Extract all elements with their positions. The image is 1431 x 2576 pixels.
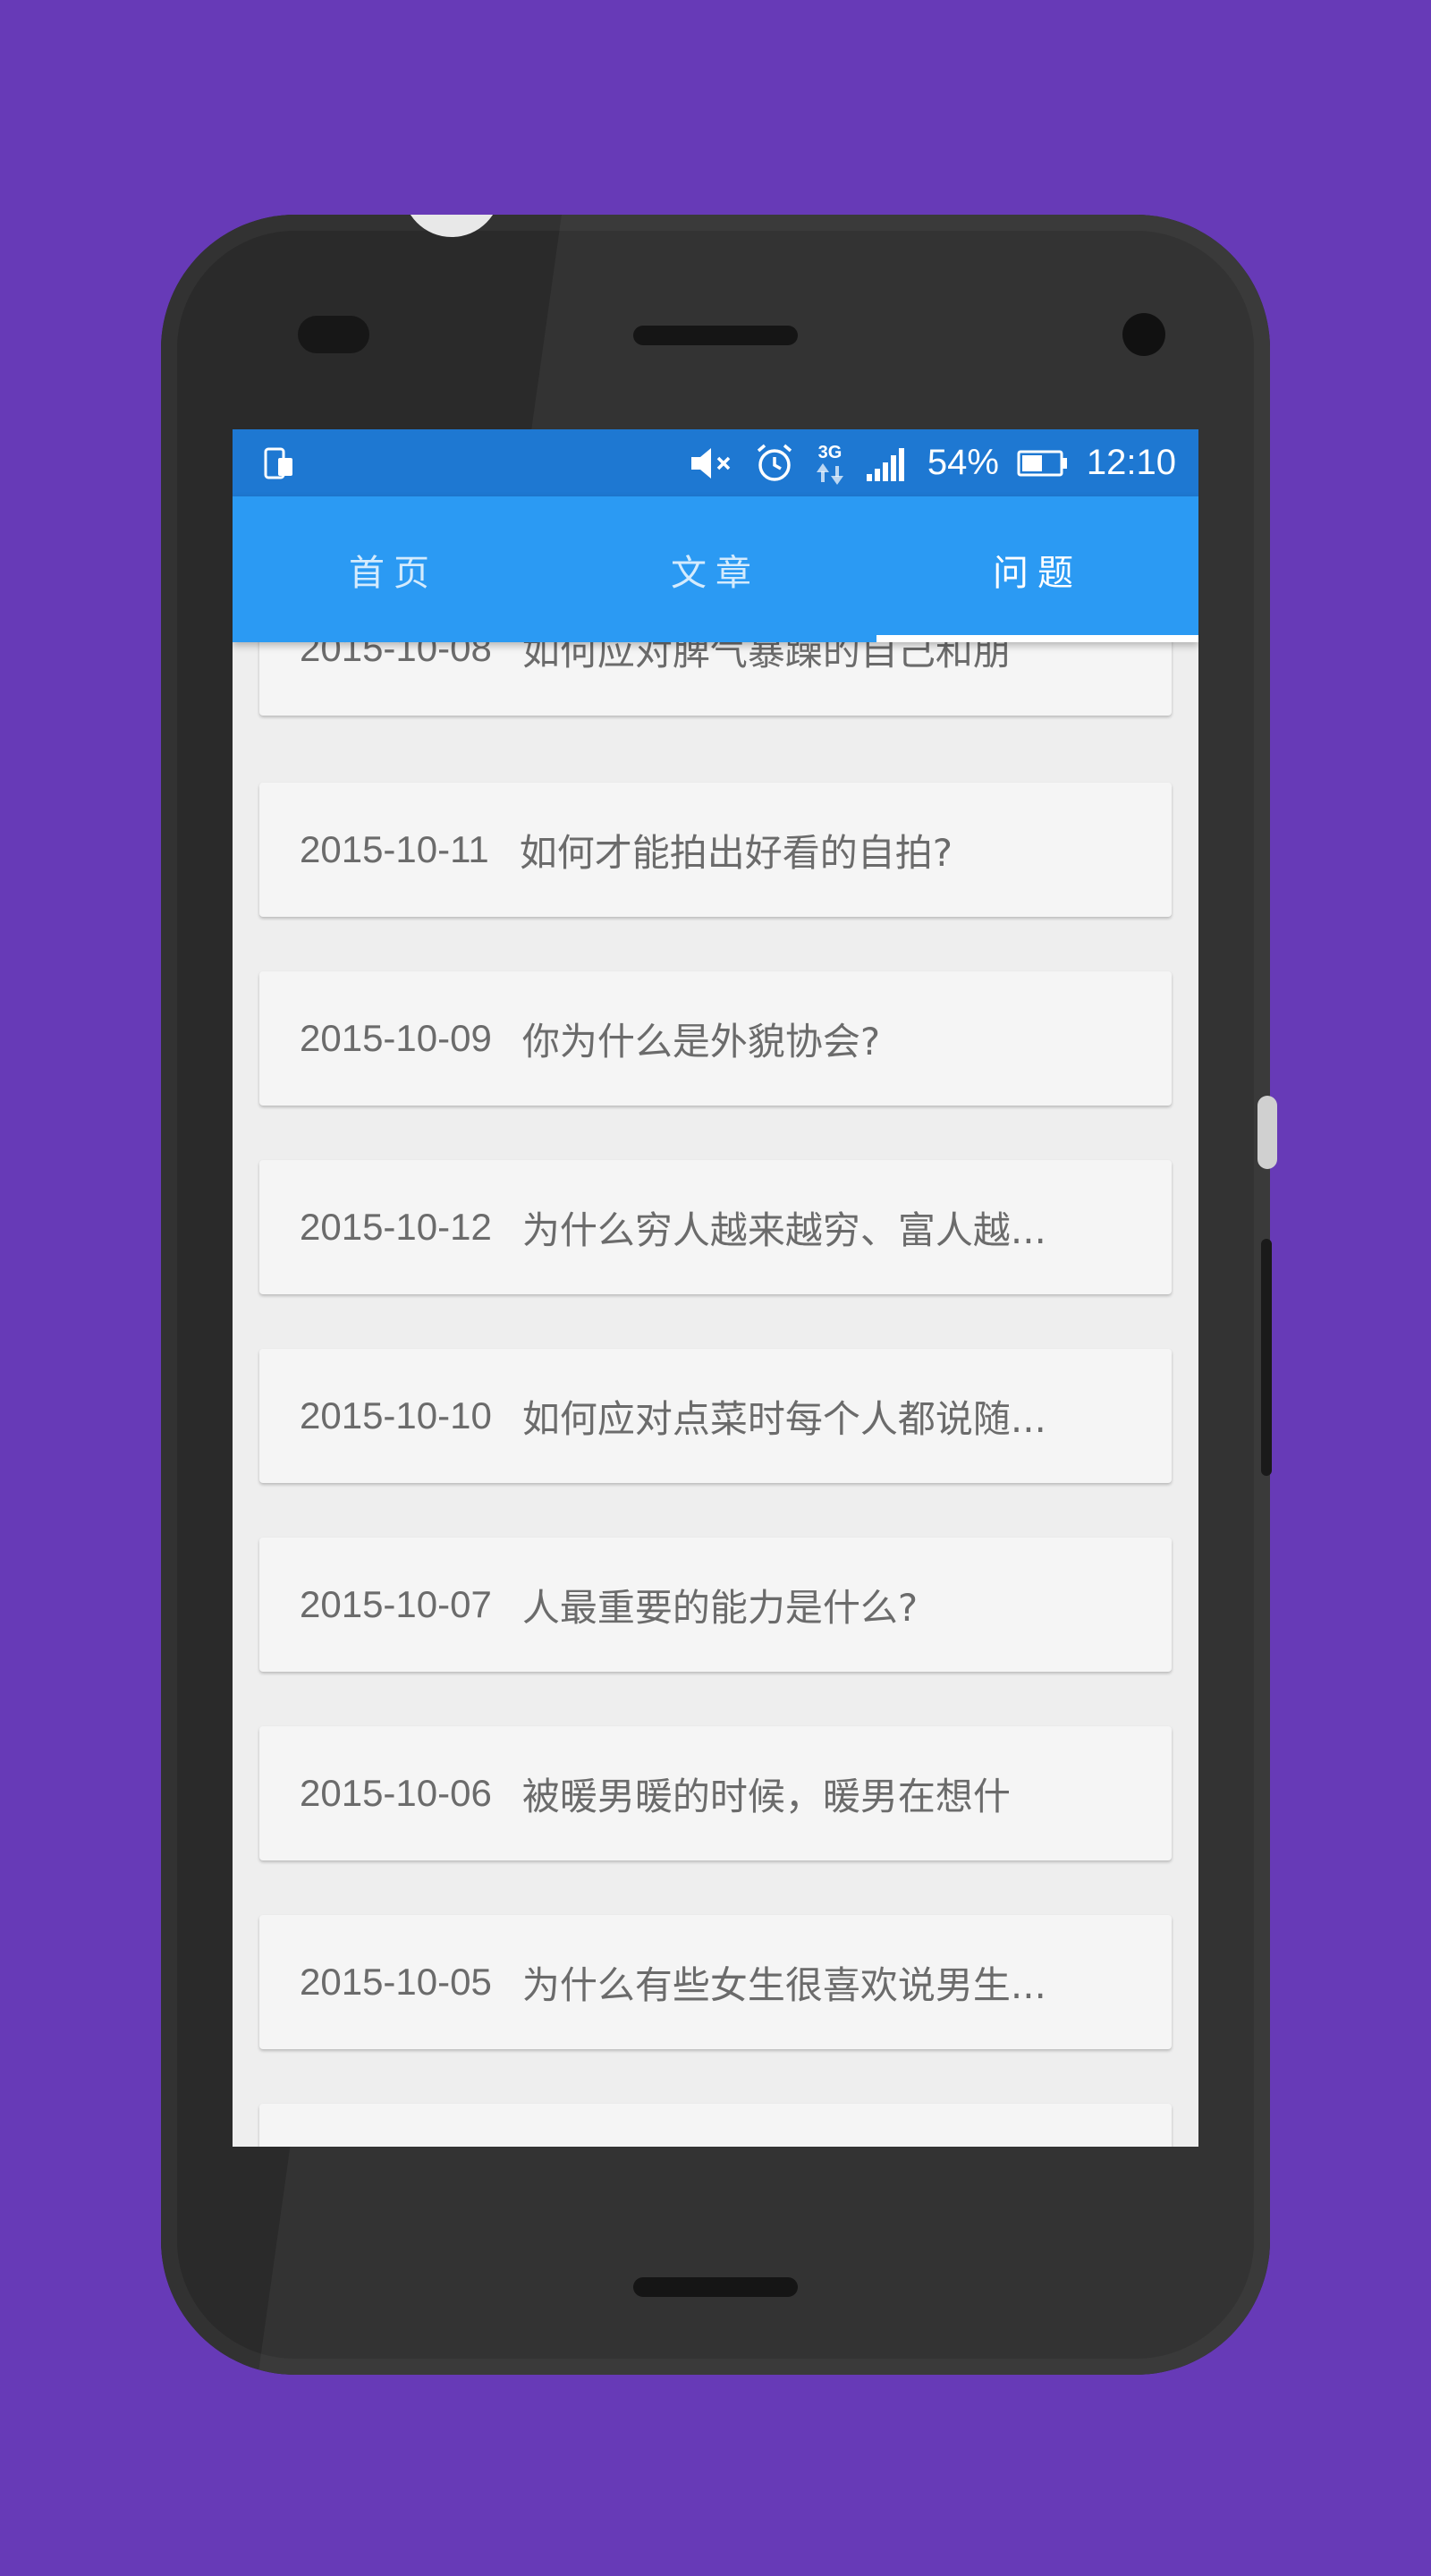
device-icon <box>264 447 292 479</box>
item-date: 2015-10-05 <box>300 1961 492 2003</box>
network-3g-icon: 3G <box>816 443 843 485</box>
list-item[interactable]: 2015-10-07 人最重要的能力是什么? <box>259 1538 1172 1672</box>
signal-icon <box>866 447 904 481</box>
phone-screen: 2015-10-08 如何应对脾气暴躁的自己和朋 2015-10-11 如何才能… <box>233 429 1198 2147</box>
list-item[interactable]: 2015-10-12 为什么穷人越来越穷、富人越... <box>259 1160 1172 1294</box>
list-item[interactable] <box>259 2104 1172 2147</box>
tab-bar: 首页 文章 问题 <box>233 496 1198 642</box>
volume-rocker <box>1261 1239 1272 1476</box>
tab-home[interactable]: 首页 <box>233 496 555 642</box>
power-button <box>1257 1096 1277 1169</box>
item-title: 人最重要的能力是什么? <box>521 1585 919 1630</box>
list-item[interactable]: 2015-10-09 你为什么是外貌协会? <box>259 971 1172 1106</box>
proximity-sensor <box>298 316 369 353</box>
item-title: 被暖男暖的时候，暖男在想什 <box>521 1774 1011 1818</box>
front-camera <box>1122 313 1165 356</box>
earpiece-speaker <box>633 326 798 345</box>
item-title: 为什么有些女生很喜欢说男生... <box>521 1962 1046 2007</box>
svg-text:3G: 3G <box>817 443 842 462</box>
item-date: 2015-10-09 <box>300 1017 492 1059</box>
list-item[interactable]: 2015-10-05 为什么有些女生很喜欢说男生... <box>259 1915 1172 2049</box>
item-title: 你为什么是外貌协会? <box>521 1019 881 1063</box>
list-item[interactable]: 2015-10-11 如何才能拍出好看的自拍? <box>259 783 1172 917</box>
item-title: 为什么穷人越来越穷、富人越... <box>521 1208 1046 1252</box>
item-date: 2015-10-06 <box>300 1772 492 1814</box>
alarm-icon <box>757 444 792 481</box>
status-bar: 3G 54% 12:10 <box>233 429 1198 496</box>
list-item[interactable]: 2015-10-10 如何应对点菜时每个人都说随... <box>259 1349 1172 1483</box>
battery-icon <box>1017 450 1067 476</box>
mute-icon <box>690 447 731 479</box>
top-camera-notch <box>402 215 501 237</box>
item-date: 2015-10-07 <box>300 1583 492 1625</box>
item-date: 2015-10-11 <box>300 828 489 870</box>
bottom-speaker <box>633 2277 798 2297</box>
tab-questions[interactable]: 问题 <box>876 496 1198 642</box>
battery-percent: 54% <box>927 443 999 482</box>
item-date: 2015-10-12 <box>300 1206 492 1248</box>
item-title: 如何才能拍出好看的自拍? <box>519 830 953 875</box>
list-item[interactable]: 2015-10-06 被暖男暖的时候，暖男在想什 <box>259 1726 1172 1860</box>
item-title: 如何应对点菜时每个人都说随... <box>521 1396 1046 1441</box>
item-date: 2015-10-10 <box>300 1394 492 1436</box>
question-list[interactable]: 2015-10-08 如何应对脾气暴躁的自己和朋 2015-10-11 如何才能… <box>233 429 1198 2147</box>
tab-articles[interactable]: 文章 <box>555 496 876 642</box>
status-icons: 3G 54% 12:10 <box>690 429 1176 496</box>
clock: 12:10 <box>1086 443 1176 482</box>
